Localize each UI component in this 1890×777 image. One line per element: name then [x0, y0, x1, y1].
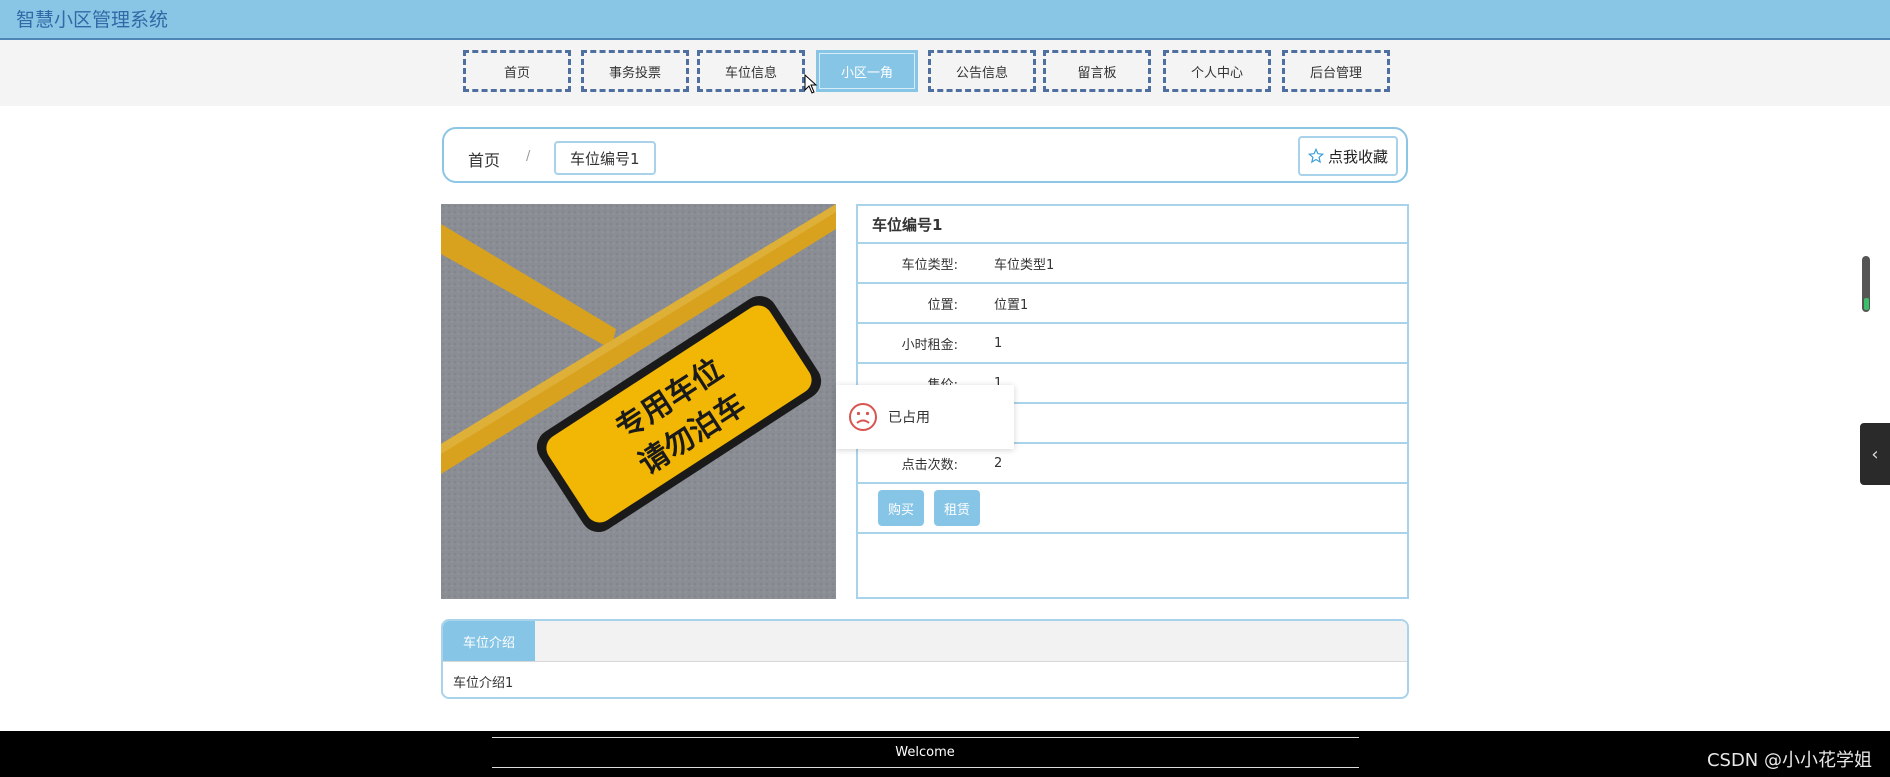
tab-header: 车位介绍	[443, 621, 1407, 662]
breadcrumb-current: 车位编号1	[554, 141, 656, 175]
detail-value: 车位类型1	[994, 257, 1055, 273]
detail-label: 小时租金:	[901, 337, 958, 353]
breadcrumb-home-link[interactable]: 首页	[468, 147, 500, 171]
detail-row-type: 车位类型: 车位类型1	[858, 244, 1407, 284]
nav-item-home[interactable]: 首页	[463, 50, 571, 92]
detail-label: 位置:	[927, 297, 958, 313]
buy-button[interactable]: 购买	[878, 490, 924, 526]
watermark: CSDN @小小花学姐	[1706, 750, 1872, 771]
nav-item-message-board[interactable]: 留言板	[1043, 50, 1151, 92]
intro-tab-panel: 车位介绍 车位介绍1	[441, 619, 1409, 699]
detail-row-hourly-rent: 小时租金: 1	[858, 324, 1407, 364]
detail-value: 1	[994, 335, 1003, 351]
toast-message: 已占用	[888, 410, 930, 426]
star-outline-icon	[1307, 148, 1324, 164]
detail-value: 2	[994, 455, 1003, 471]
footer-welcome: Welcome	[895, 745, 955, 760]
detail-title: 车位编号1	[858, 206, 1407, 244]
detail-value: 位置1	[994, 297, 1029, 313]
side-panel-toggle[interactable]: ‹	[1860, 423, 1890, 485]
top-header-bar: 智慧小区管理系统	[0, 0, 1890, 40]
rent-button[interactable]: 租赁	[934, 490, 980, 526]
occupied-toast: 已占用	[836, 385, 1014, 449]
favorite-button-label: 点我收藏	[1327, 147, 1388, 166]
sad-face-icon	[849, 403, 877, 431]
favorite-button[interactable]: 点我收藏	[1297, 136, 1398, 176]
footer-divider	[492, 767, 1359, 768]
parking-photo: 专用车位 请勿泊车	[441, 204, 836, 599]
scroll-indicator	[1864, 298, 1869, 310]
nav-item-admin[interactable]: 后台管理	[1282, 50, 1390, 92]
detail-row-location: 位置: 位置1	[858, 284, 1407, 324]
main-nav: 首页 事务投票 车位信息 小区一角 公告信息 留言板 个人中心 后台管理	[0, 40, 1890, 106]
mouse-cursor-icon	[804, 74, 818, 94]
breadcrumb: 首页 / 车位编号1 点我收藏	[442, 127, 1408, 183]
action-buttons: 购买 租赁	[858, 484, 1407, 534]
detail-label: 车位类型:	[901, 257, 958, 273]
nav-item-voting[interactable]: 事务投票	[581, 50, 689, 92]
nav-item-personal-center[interactable]: 个人中心	[1163, 50, 1271, 92]
detail-label: 点击次数:	[901, 457, 958, 473]
nav-item-announcements[interactable]: 公告信息	[928, 50, 1036, 92]
tab-parking-intro[interactable]: 车位介绍	[443, 621, 535, 661]
nav-item-parking-info[interactable]: 车位信息	[697, 50, 805, 92]
detail-row-clicks: 点击次数: 2	[858, 444, 1407, 484]
footer-divider	[492, 737, 1359, 738]
app-title: 智慧小区管理系统	[16, 9, 169, 31]
chevron-left-icon: ‹	[1871, 443, 1879, 465]
breadcrumb-separator: /	[526, 149, 531, 164]
footer: Welcome CSDN @小小花学姐	[0, 731, 1890, 777]
nav-item-community-corner[interactable]: 小区一角	[816, 50, 918, 92]
tab-content: 车位介绍1	[453, 676, 514, 691]
